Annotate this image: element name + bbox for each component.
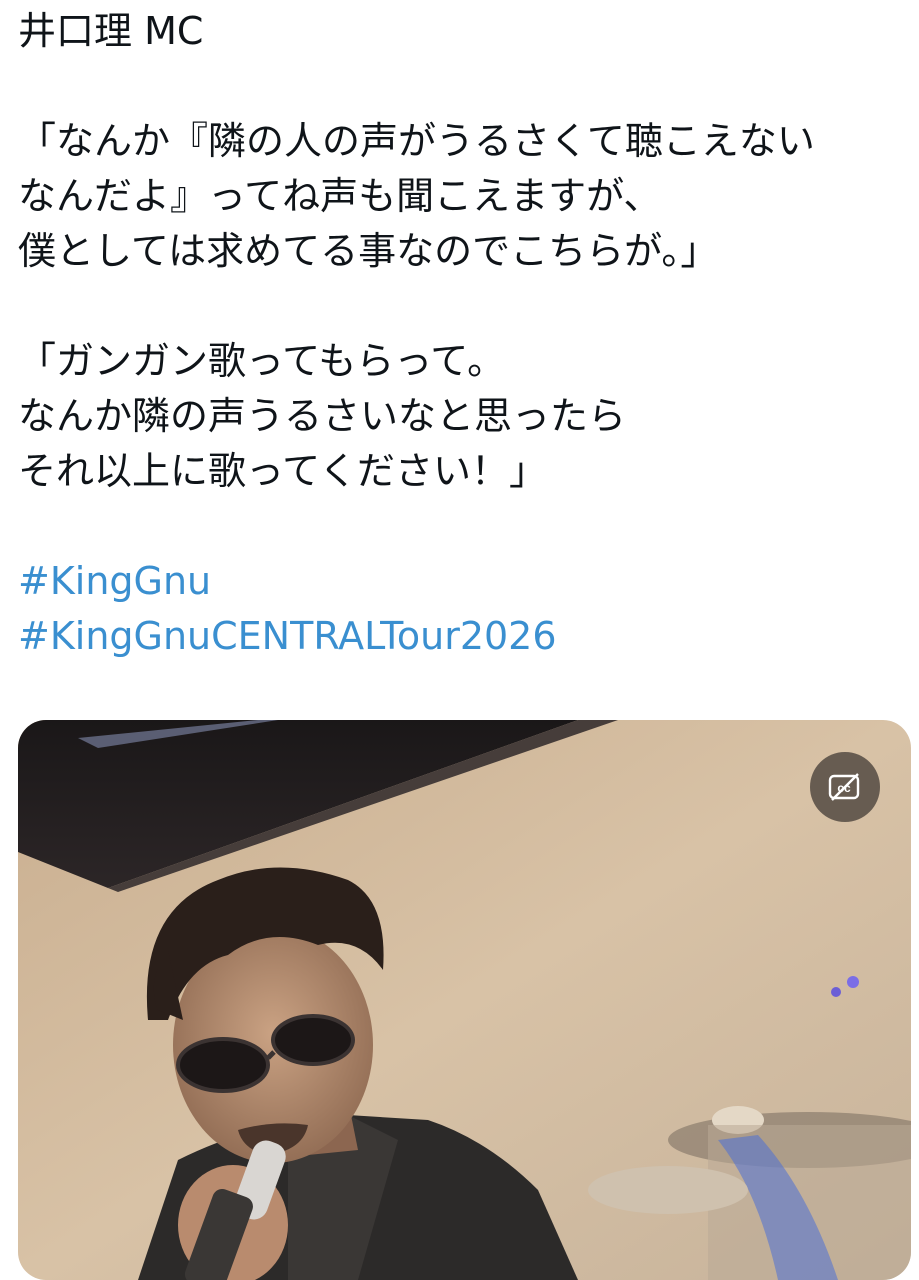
video-frame bbox=[18, 720, 911, 1280]
hashtag-link[interactable]: #KingGnuCENTRALTour2026 bbox=[18, 609, 908, 664]
tweet-line: なんか隣の声うるさいなと思ったら bbox=[18, 394, 627, 438]
hashtag-link[interactable]: #KingGnu bbox=[18, 554, 908, 609]
tweet-line: 僕としては求めてる事なのでこちらが。」 bbox=[18, 229, 719, 273]
captions-off-icon: cc bbox=[828, 773, 860, 801]
tweet-line: なんだよ』ってね声も聞こえますが、 bbox=[18, 174, 662, 218]
tweet-line: 井口理 MC bbox=[18, 9, 204, 53]
tweet-line: 「ガンガン歌ってもらって。 bbox=[18, 339, 506, 383]
tweet-text: 井口理 MC 「なんか『隣の人の声がうるさくて聴こえない なんだよ』ってね声も聞… bbox=[18, 4, 908, 664]
tweet-line: 「なんか『隣の人の声がうるさくて聴こえない bbox=[18, 119, 815, 163]
video-player[interactable]: cc bbox=[18, 720, 911, 1280]
tweet-line: それ以上に歌ってください！」 bbox=[18, 449, 547, 493]
captions-button[interactable]: cc bbox=[810, 752, 880, 822]
